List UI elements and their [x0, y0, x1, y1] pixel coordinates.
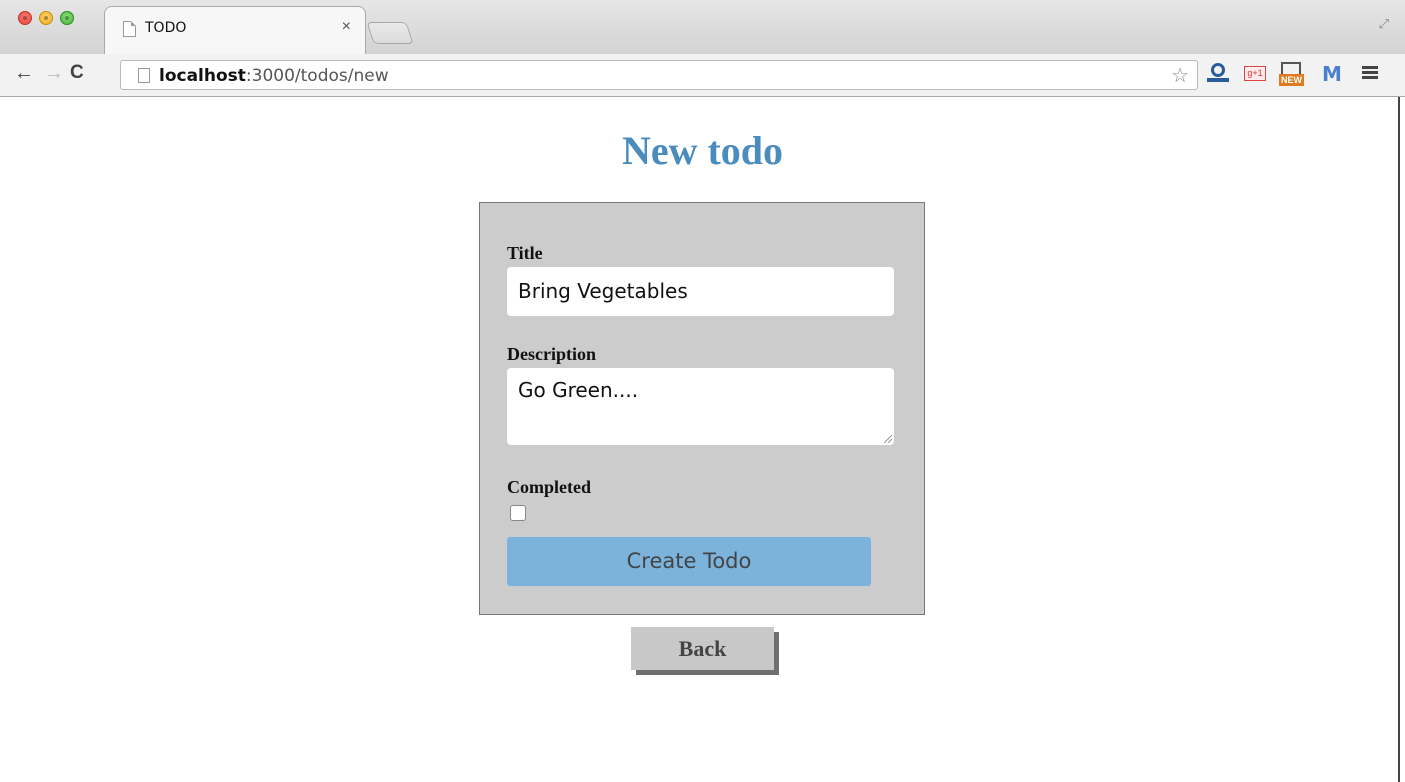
window-close-button[interactable]	[18, 11, 32, 25]
description-label: Description	[507, 344, 596, 364]
page-favicon-icon	[123, 21, 136, 37]
hamburger-menu-icon[interactable]	[1362, 66, 1378, 80]
resize-grip-icon[interactable]	[884, 435, 892, 443]
tab-close-icon[interactable]: ×	[342, 18, 351, 36]
fullscreen-icon[interactable]: ⤢	[1379, 16, 1389, 32]
extension-profile-icon[interactable]	[1207, 63, 1229, 85]
page-icon	[138, 68, 150, 83]
viewport-right-border	[1398, 97, 1400, 782]
browser-toolbar: ← → C localhost:3000/todos/new ☆	[0, 54, 1405, 97]
create-todo-button[interactable]: Create Todo	[507, 537, 871, 586]
back-arrow-icon[interactable]: ←	[14, 63, 34, 83]
title-label: Title	[507, 243, 543, 263]
forward-arrow-icon[interactable]: →	[44, 63, 64, 83]
new-extension-icon[interactable]: NEW	[1279, 60, 1304, 88]
tab-title: TODO	[145, 20, 187, 36]
tab-todo[interactable]: TODO ×	[104, 6, 366, 54]
new-badge: NEW	[1279, 74, 1304, 86]
completed-checkbox[interactable]	[510, 505, 526, 521]
window-maximize-button[interactable]	[60, 11, 74, 25]
google-plus-one-icon[interactable]: g+1	[1244, 66, 1266, 81]
description-textarea[interactable]: Go Green....	[507, 368, 894, 445]
url-text[interactable]: localhost:3000/todos/new	[159, 66, 389, 86]
reload-icon[interactable]: C	[70, 63, 84, 83]
tab-strip: TODO × ⤢	[0, 0, 1405, 55]
description-value: Go Green....	[518, 378, 639, 402]
title-input[interactable]: Bring Vegetables	[507, 267, 894, 316]
page-title: New todo	[621, 128, 784, 173]
new-tab-button[interactable]	[366, 22, 414, 44]
address-bar[interactable]: localhost:3000/todos/new ☆	[120, 60, 1198, 90]
url-path: :3000/todos/new	[245, 66, 389, 86]
page-content: New todo Title Bring Vegetables Descript…	[0, 97, 1398, 782]
completed-label: Completed	[507, 477, 591, 497]
browser-window: TODO × ⤢ ← → C localhost:3000/todos/new …	[0, 0, 1405, 782]
gmail-icon[interactable]: M	[1322, 62, 1342, 86]
back-button[interactable]: Back	[631, 627, 774, 670]
star-icon[interactable]: ☆	[1171, 63, 1189, 88]
url-host: localhost	[159, 66, 246, 86]
new-todo-form: Title Bring Vegetables Description Go Gr…	[479, 202, 925, 615]
window-minimize-button[interactable]	[39, 11, 53, 25]
